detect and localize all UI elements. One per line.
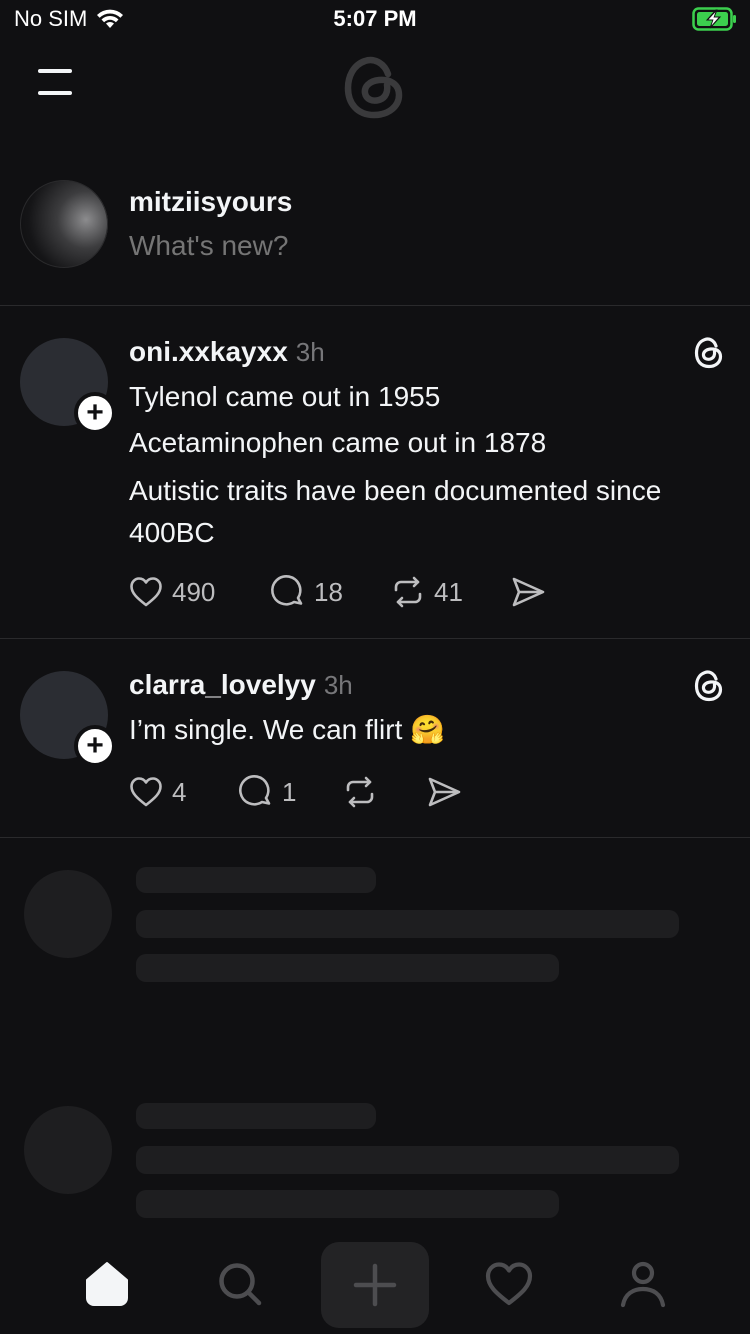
post-actions: 490 18 41 bbox=[128, 574, 546, 610]
nav-home[interactable] bbox=[65, 1242, 149, 1326]
home-icon bbox=[83, 1260, 131, 1308]
nav-create[interactable] bbox=[321, 1242, 429, 1328]
skeleton-line bbox=[136, 1103, 376, 1129]
reply-button[interactable]: 18 bbox=[270, 574, 390, 610]
post-body: I’m single. We can flirt 🤗 bbox=[129, 707, 729, 753]
skeleton-line bbox=[136, 954, 559, 982]
post-username[interactable]: clarra_lovelyy bbox=[129, 669, 316, 700]
post-body: Tylenol came out in 1955 Acetaminophen c… bbox=[129, 374, 729, 554]
post-header: clarra_lovelyy 3h bbox=[129, 669, 353, 701]
nav-profile[interactable] bbox=[601, 1242, 685, 1326]
send-icon bbox=[426, 774, 462, 810]
send-icon bbox=[510, 574, 546, 610]
share-button[interactable] bbox=[426, 774, 462, 810]
composer-username: mitziisyours bbox=[129, 186, 293, 217]
like-button[interactable]: 4 bbox=[128, 774, 238, 810]
menu-icon[interactable] bbox=[36, 66, 76, 98]
repost-icon bbox=[390, 574, 426, 610]
post-line: Tylenol came out in 1955 bbox=[129, 381, 441, 412]
divider bbox=[0, 305, 750, 306]
nav-activity[interactable] bbox=[467, 1242, 551, 1326]
skeleton-line bbox=[136, 1190, 559, 1218]
post-actions: 4 1 bbox=[128, 774, 462, 810]
like-count: 4 bbox=[172, 776, 187, 807]
post-time: 3h bbox=[323, 670, 353, 700]
skeleton-avatar bbox=[24, 870, 112, 958]
nav-search[interactable] bbox=[198, 1242, 282, 1326]
post-line: I’m single. We can flirt 🤗 bbox=[129, 714, 445, 745]
threads-logo-icon[interactable] bbox=[341, 52, 407, 122]
divider bbox=[0, 638, 750, 639]
comment-icon bbox=[238, 774, 274, 810]
share-button[interactable] bbox=[510, 574, 546, 610]
post-line: Acetaminophen came out in 1878 bbox=[129, 427, 547, 458]
follow-plus-button[interactable]: + bbox=[74, 725, 116, 767]
repost-icon bbox=[342, 774, 378, 810]
threads-icon[interactable] bbox=[690, 334, 726, 370]
heart-icon bbox=[484, 1260, 534, 1308]
follow-plus-button[interactable]: + bbox=[74, 392, 116, 434]
like-button[interactable]: 490 bbox=[128, 574, 270, 610]
divider bbox=[0, 837, 750, 838]
compose-input[interactable] bbox=[129, 230, 529, 262]
plus-icon bbox=[353, 1263, 397, 1307]
search-icon bbox=[216, 1260, 264, 1308]
heart-icon bbox=[128, 574, 164, 610]
reply-button[interactable]: 1 bbox=[238, 774, 342, 810]
like-count: 490 bbox=[172, 576, 216, 607]
status-time: 5:07 PM bbox=[333, 6, 417, 31]
repost-button[interactable] bbox=[342, 774, 426, 810]
reply-count: 18 bbox=[314, 576, 343, 607]
threads-icon[interactable] bbox=[690, 667, 726, 703]
battery-charging-icon bbox=[692, 6, 738, 32]
post-line: Autistic traits have been documented sin… bbox=[129, 475, 662, 548]
skeleton-line bbox=[136, 910, 679, 938]
post-username[interactable]: oni.xxkayxx bbox=[129, 336, 288, 367]
skeleton-line bbox=[136, 867, 376, 893]
reply-count: 1 bbox=[282, 776, 297, 807]
heart-icon bbox=[128, 774, 164, 810]
repost-button[interactable]: 41 bbox=[390, 574, 510, 610]
skeleton-line bbox=[136, 1146, 679, 1174]
profile-icon bbox=[619, 1260, 667, 1308]
post-time: 3h bbox=[295, 337, 325, 367]
comment-icon bbox=[270, 574, 306, 610]
repost-count: 41 bbox=[434, 576, 463, 607]
skeleton-avatar bbox=[24, 1106, 112, 1194]
my-avatar[interactable] bbox=[20, 180, 108, 268]
post-header: oni.xxkayxx 3h bbox=[129, 336, 325, 368]
